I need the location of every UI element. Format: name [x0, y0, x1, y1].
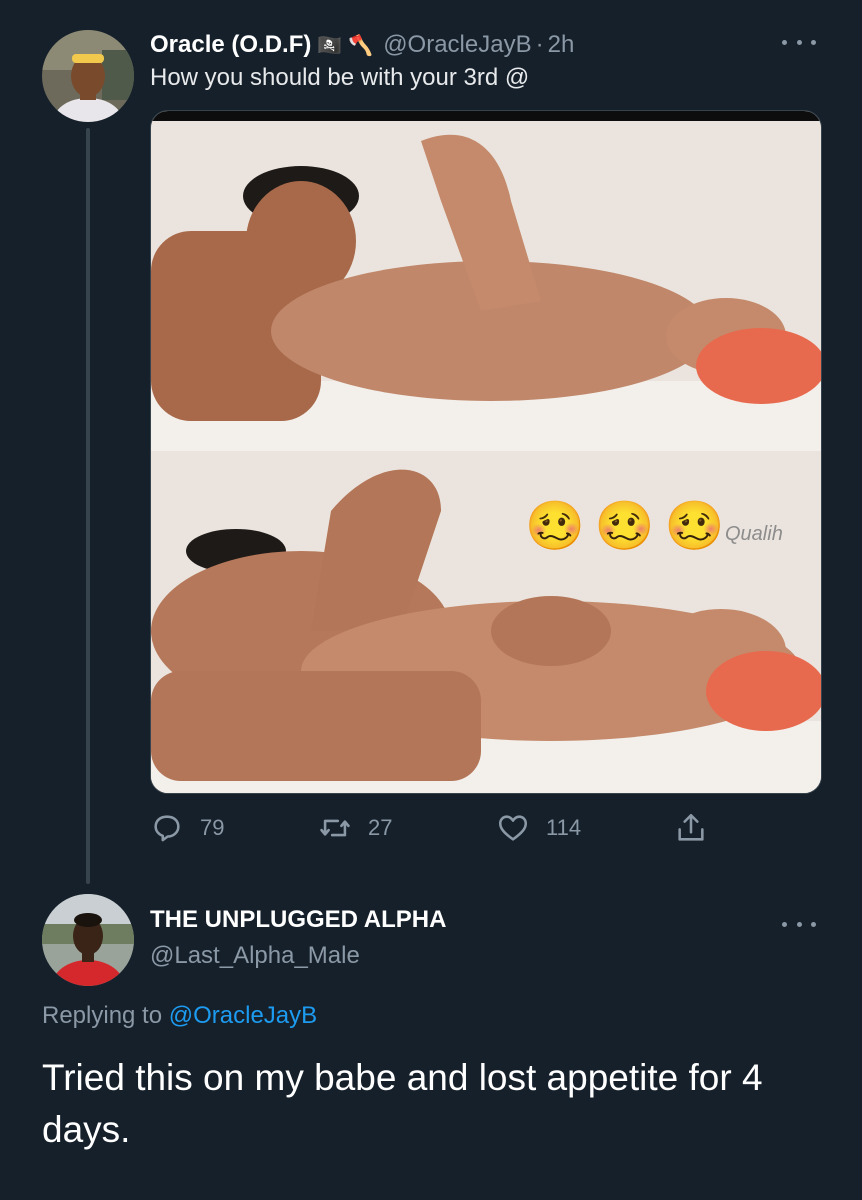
- thread-line: [86, 128, 90, 884]
- woozy-face-icon: 🥴: [525, 500, 585, 553]
- reply-button[interactable]: 79: [150, 806, 224, 850]
- retweet-button[interactable]: 27: [318, 806, 392, 850]
- heart-icon: [498, 815, 528, 841]
- woozy-face-icon: 🥴: [664, 500, 725, 553]
- handle[interactable]: @OracleJayB: [383, 31, 531, 59]
- display-name[interactable]: THE UNPLUGGED ALPHA: [150, 906, 446, 934]
- more-options-icon[interactable]: [782, 32, 816, 52]
- action-bar: 79 27 114: [150, 806, 750, 850]
- display-name[interactable]: Oracle (O.D.F): [150, 31, 311, 59]
- emoji-row: 🥴 🥴 🥴: [525, 497, 725, 557]
- like-button[interactable]: 114: [496, 806, 581, 850]
- watermark: Qualih: [725, 523, 783, 545]
- timestamp[interactable]: 2h: [548, 31, 575, 59]
- like-count: 114: [546, 815, 582, 840]
- handle[interactable]: @Last_Alpha_Male: [150, 942, 360, 970]
- avatar[interactable]: [42, 894, 134, 986]
- reply-text: Tried this on my babe and lost appetite …: [42, 1057, 763, 1150]
- tweet-header: Oracle (O.D.F) 🏴‍☠️ 🪓 @OracleJayB · 2h: [150, 28, 574, 62]
- tweet-text: How you should be with your 3rd @: [150, 64, 530, 91]
- illustration: [151, 121, 821, 793]
- share-button[interactable]: [674, 806, 708, 850]
- replying-mention[interactable]: @OracleJayB: [169, 1002, 317, 1029]
- woozy-face-icon: 🥴: [594, 500, 655, 553]
- more-options-icon[interactable]: [782, 914, 816, 934]
- retweet-count: 27: [368, 815, 393, 840]
- share-icon: [678, 813, 704, 841]
- tweet-media[interactable]: 🥴 🥴 🥴 Qualih: [150, 110, 822, 794]
- original-tweet[interactable]: Oracle (O.D.F) 🏴‍☠️ 🪓 @OracleJayB · 2h H…: [0, 0, 862, 884]
- pirate-flag-icon: 🏴‍☠️: [317, 34, 343, 57]
- separator: ·: [535, 31, 544, 58]
- replying-to: Replying to @OracleJayB: [42, 1002, 317, 1030]
- avatar[interactable]: [42, 30, 134, 122]
- reply-icon: [154, 815, 180, 842]
- reply-count: 79: [200, 815, 225, 840]
- axe-icon: 🪓: [348, 34, 374, 57]
- replying-label: Replying to: [42, 1002, 169, 1029]
- retweet-icon: [320, 819, 350, 837]
